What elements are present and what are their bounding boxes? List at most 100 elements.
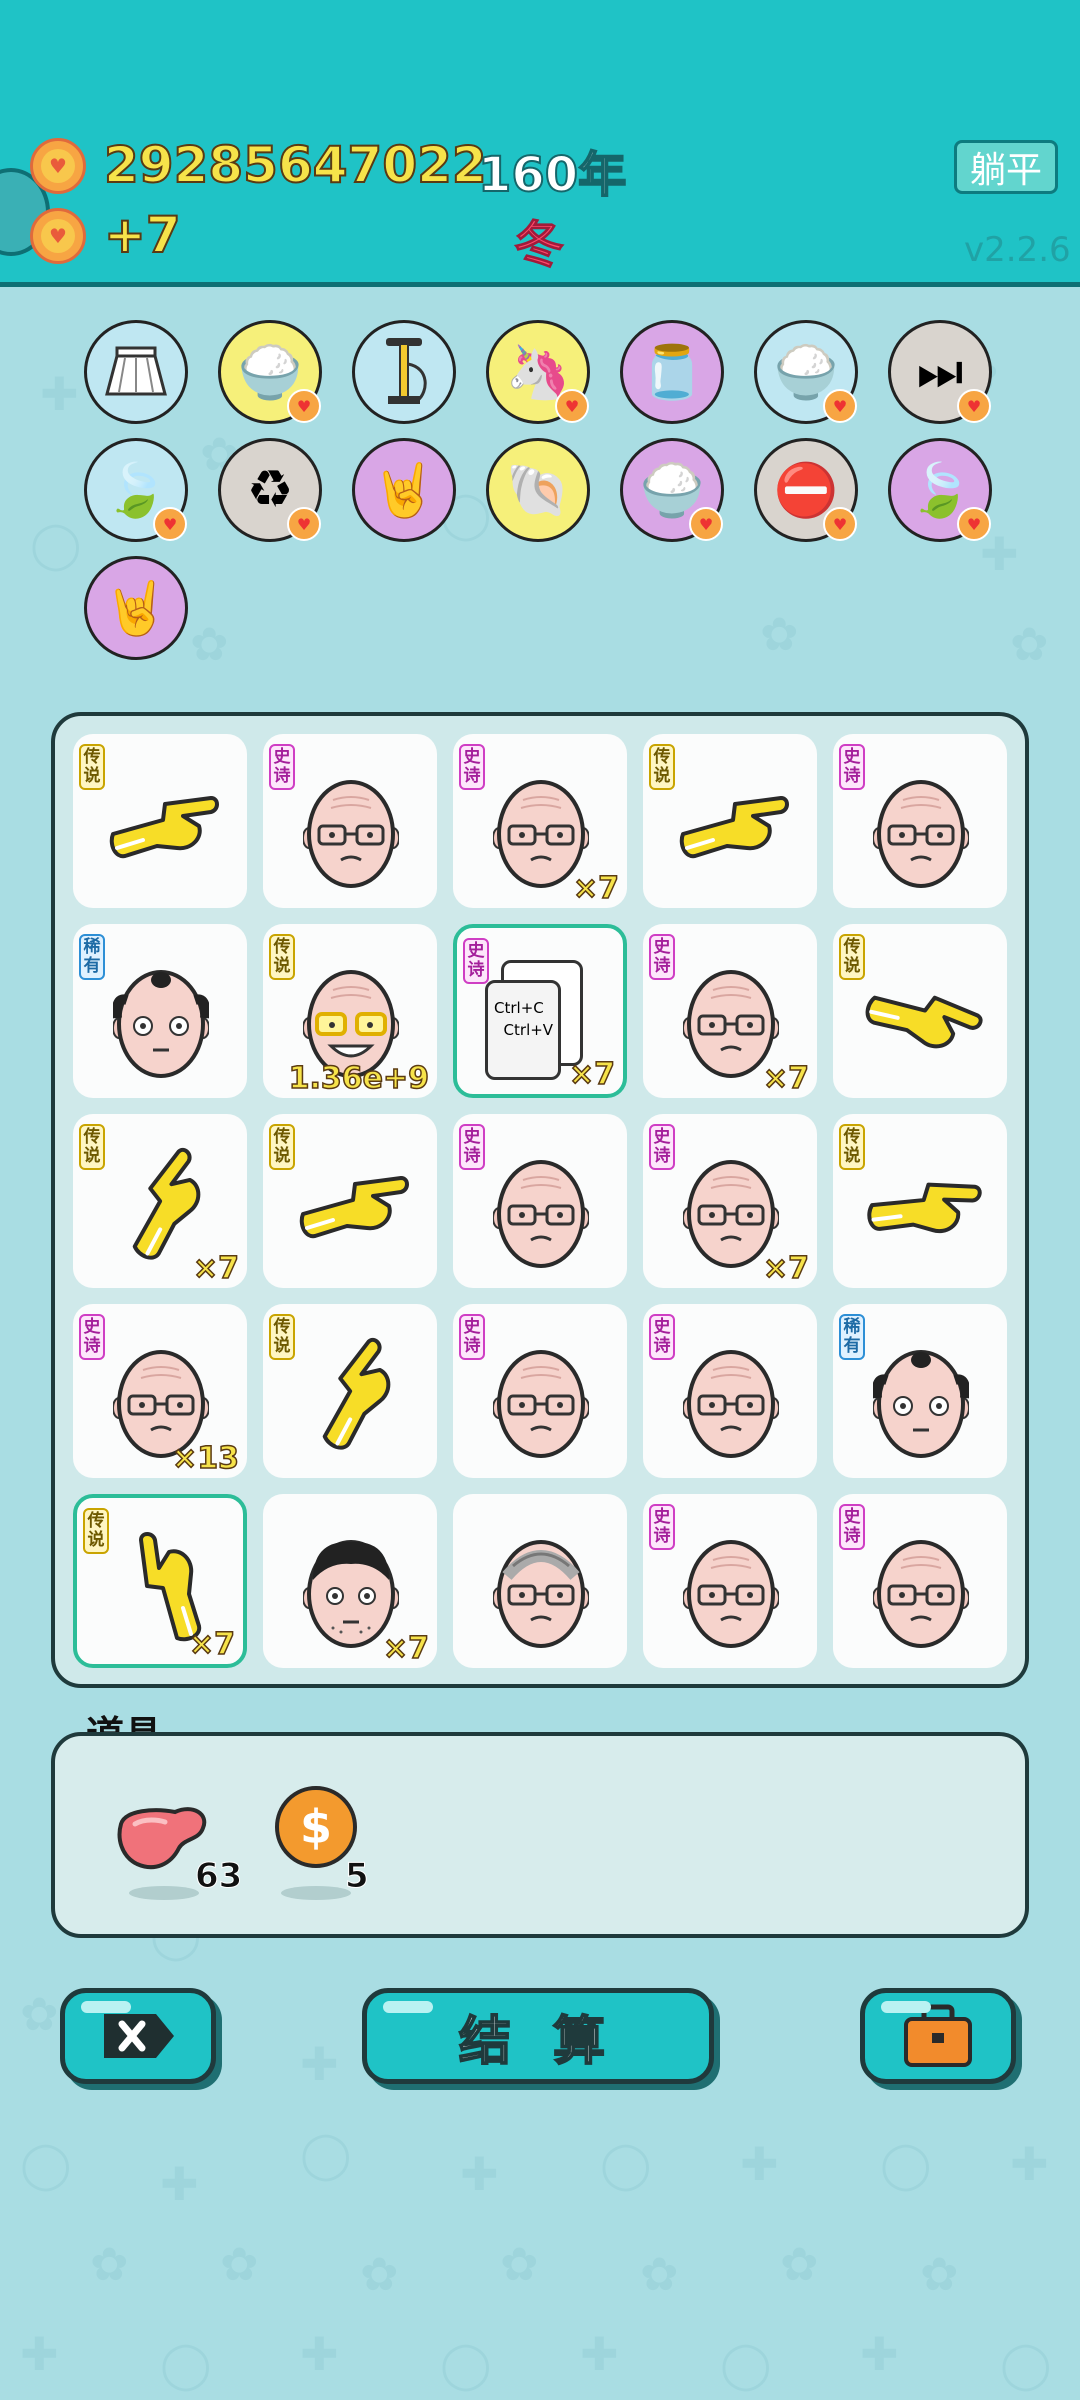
shell-glyph: 🐚 <box>505 460 571 521</box>
jar-glyph: 🫙 <box>639 342 705 403</box>
liver-count: 63 <box>194 1856 243 1897</box>
pointing-hand-icon <box>322 1337 391 1450</box>
rarity-tag: 史诗 <box>269 744 295 790</box>
money-counter: 29285647022 <box>103 135 488 195</box>
rarity-tag: 传说 <box>269 1314 295 1360</box>
old-man-face-icon <box>493 1160 589 1268</box>
income-coin-icon: ♥ <box>30 208 86 264</box>
skip-glyph: ⏭ <box>916 341 964 402</box>
board-cell[interactable]: 传说 <box>263 1304 437 1478</box>
board-cell[interactable]: 史诗 ×7 <box>643 1114 817 1288</box>
liver-item[interactable]: 63 <box>115 1776 243 1906</box>
shell-relic-icon[interactable]: 🐚 <box>486 438 590 542</box>
rarity-tag: 史诗 <box>649 1124 675 1170</box>
old-man-face-icon <box>113 970 209 1078</box>
pump-relic-icon[interactable] <box>352 320 456 424</box>
board-cell[interactable]: 稀有 <box>833 1304 1007 1478</box>
board-cell[interactable]: 传说 ×7 <box>73 1114 247 1288</box>
rarity-tag: 稀有 <box>79 934 105 980</box>
no-entry-relic-icon[interactable]: ⛔ ♥ <box>754 438 858 542</box>
recycle-relic-icon[interactable]: ♻ ♥ <box>218 438 322 542</box>
board-cell[interactable]: 稀有 <box>73 924 247 1098</box>
heart-badge-icon: ♥ <box>555 389 589 423</box>
leaf-relic-icon[interactable]: 🍃 ♥ <box>84 438 188 542</box>
skip-relic-icon[interactable]: ⏭ ♥ <box>888 320 992 424</box>
delete-icon <box>104 2014 174 2058</box>
rarity-tag: 史诗 <box>463 938 489 984</box>
multiplier-label: 1.36e+9 <box>288 1060 430 1097</box>
rock-hand-glyph: 🤘 <box>371 460 437 521</box>
rice-bowl-relic-icon[interactable]: 🍚 ♥ <box>620 438 724 542</box>
rock-hand-glyph: 🤘 <box>103 578 169 639</box>
rarity-tag: 史诗 <box>459 1314 485 1360</box>
multiplier-label: ×7 <box>572 870 620 907</box>
rarity-tag: 史诗 <box>649 1314 675 1360</box>
copy-line-1: Ctrl+C <box>494 999 544 1017</box>
rice-bowl-relic-icon[interactable]: 🍚 ♥ <box>218 320 322 424</box>
board-cell[interactable]: 史诗 <box>643 1304 817 1478</box>
rock-hand-relic-icon[interactable]: 🤘 <box>84 556 188 660</box>
settle-label: 结 算 <box>458 2011 618 2073</box>
rarity-tag: 史诗 <box>649 1504 675 1550</box>
copy-line-2: Ctrl+V <box>503 1021 554 1039</box>
board-cell[interactable]: 史诗 <box>833 734 1007 908</box>
board-cell[interactable]: 史诗 ×7 <box>453 734 627 908</box>
button-shine <box>383 2001 433 2013</box>
rarity-tag: 传说 <box>83 1508 109 1554</box>
lie-flat-button[interactable]: 躺平 <box>954 140 1058 194</box>
rarity-tag: 传说 <box>269 1124 295 1170</box>
board-cell[interactable]: 传说 <box>833 1114 1007 1288</box>
board-cell[interactable]: Ctrl+C Ctrl+V 史诗 ×7 <box>453 924 627 1098</box>
multiplier-label: ×7 <box>762 1250 810 1287</box>
rice-bowl-relic-icon[interactable]: 🍚 ♥ <box>754 320 858 424</box>
board-cell[interactable]: 传说 ×7 <box>73 1494 247 1668</box>
board-cell[interactable]: 史诗 <box>643 1494 817 1668</box>
multiplier-label: ×7 <box>762 1060 810 1097</box>
multiplier-label: ×7 <box>382 1630 430 1667</box>
remove-button[interactable] <box>60 1988 216 2084</box>
board-cell[interactable]: 传说 <box>643 734 817 908</box>
top-status-bar: ♥ 29285647022 ♥ +7 160年 冬 躺平 v2.2.6 <box>0 0 1080 287</box>
board-cell[interactable]: 史诗 ×13 <box>73 1304 247 1478</box>
old-man-face-icon <box>493 1540 589 1648</box>
year-label: 160年 <box>477 146 627 204</box>
heart-badge-icon: ♥ <box>153 507 187 541</box>
coin-item[interactable]: $ 5 <box>275 1776 385 1906</box>
coin-icon: ♥ <box>30 138 86 194</box>
board-cell[interactable]: 史诗 ×7 <box>643 924 817 1098</box>
board-cell[interactable] <box>453 1494 627 1668</box>
rarity-tag: 史诗 <box>649 934 675 980</box>
button-shine <box>81 2001 131 2013</box>
rock-hand-relic-icon[interactable]: 🤘 <box>352 438 456 542</box>
board-cell[interactable]: 史诗 <box>453 1114 627 1288</box>
board-cell[interactable]: 史诗 <box>453 1304 627 1478</box>
rarity-tag: 传说 <box>79 1124 105 1170</box>
unicorn-relic-icon[interactable]: 🦄 ♥ <box>486 320 590 424</box>
board-cell[interactable]: 史诗 <box>263 734 437 908</box>
pointing-hand-icon <box>299 1176 409 1239</box>
pointing-hand-icon <box>132 1147 201 1260</box>
multiplier-label: ×7 <box>192 1250 240 1287</box>
multiplier-label: ×7 <box>188 1626 236 1663</box>
board-cell[interactable]: 史诗 <box>833 1494 1007 1668</box>
heart-badge-icon: ♥ <box>823 389 857 423</box>
inventory-button[interactable] <box>860 1988 1016 2084</box>
heart-badge-icon: ♥ <box>823 507 857 541</box>
button-shine <box>881 2001 931 2013</box>
board-cell[interactable]: 传说 <box>263 1114 437 1288</box>
old-man-face-icon <box>683 1540 779 1648</box>
old-man-face-icon <box>493 1350 589 1458</box>
board-cell[interactable]: ×7 <box>263 1494 437 1668</box>
board-cell[interactable]: 传说 1.36e+9 <box>263 924 437 1098</box>
heart-badge-icon: ♥ <box>287 507 321 541</box>
season-label: 冬 <box>514 216 565 275</box>
skirt-relic-icon[interactable] <box>84 320 188 424</box>
heart-badge-icon: ♥ <box>287 389 321 423</box>
settle-button[interactable]: 结 算 <box>362 1988 714 2084</box>
jar-relic-icon[interactable]: 🫙 <box>620 320 724 424</box>
heart-badge-icon: ♥ <box>957 507 991 541</box>
board-cell[interactable]: 传说 <box>73 734 247 908</box>
board-cell[interactable]: 传说 <box>833 924 1007 1098</box>
leaf-relic-icon[interactable]: 🍃 ♥ <box>888 438 992 542</box>
rarity-tag: 史诗 <box>839 1504 865 1550</box>
